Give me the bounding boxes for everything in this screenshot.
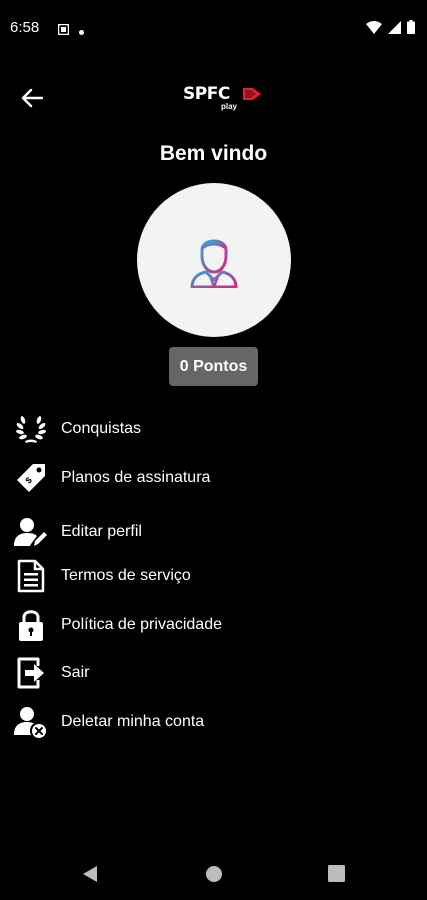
menu-item-editar-perfil[interactable]: Editar perfil: [0, 510, 427, 554]
menu-label-editar-perfil: Editar perfil: [61, 523, 142, 540]
nav-recents-icon: [328, 865, 345, 882]
menu-item-politica[interactable]: Política de privacidade: [0, 603, 427, 647]
status-time: 6:58: [10, 19, 40, 36]
menu-label-planos: Planos de assinatura: [61, 469, 211, 486]
avatar[interactable]: [137, 183, 291, 337]
nav-home-icon: [206, 866, 222, 882]
menu-item-planos[interactable]: $ Planos de assinatura: [0, 456, 427, 500]
nav-back-icon: [83, 866, 97, 882]
user-delete-icon: [12, 703, 50, 741]
menu-item-sair[interactable]: Sair: [0, 651, 427, 695]
user-avatar-icon: [190, 239, 238, 288]
system-nav-bar: [0, 852, 427, 900]
dot-icon: [79, 22, 84, 40]
price-tag-icon: $: [12, 459, 50, 497]
user-edit-icon: [12, 513, 50, 551]
signal-icon: [388, 20, 401, 39]
lock-icon: [12, 606, 50, 644]
points-badge: 0 Pontos: [169, 347, 258, 386]
wifi-icon: [366, 20, 382, 39]
back-arrow-icon: [21, 88, 43, 108]
notification-icon: [57, 22, 70, 40]
menu-label-sair: Sair: [61, 664, 90, 681]
nav-recents-button[interactable]: [328, 865, 345, 887]
menu-label-deletar-conta: Deletar minha conta: [61, 713, 205, 730]
app-logo: SPFC play: [181, 82, 265, 116]
document-icon: [12, 557, 50, 595]
laurel-icon: [12, 410, 50, 448]
menu-label-termos: Termos de serviço: [61, 567, 191, 584]
welcome-title: Bem vindo: [159, 142, 268, 165]
logo-text: SPFC: [183, 84, 230, 104]
menu-item-deletar-conta[interactable]: Deletar minha conta: [0, 700, 427, 744]
menu-item-conquistas[interactable]: Conquistas: [0, 407, 427, 451]
logo-sub-text: play: [221, 102, 238, 111]
status-left-icons: [57, 22, 84, 40]
nav-home-button[interactable]: [205, 865, 223, 888]
menu-label-politica: Política de privacidade: [61, 616, 222, 633]
exit-icon: [12, 654, 50, 692]
status-bar: 6:58: [0, 0, 427, 56]
nav-back-button[interactable]: [82, 865, 98, 888]
battery-icon: [407, 20, 415, 39]
back-button[interactable]: [16, 82, 48, 114]
menu-label-conquistas: Conquistas: [61, 420, 142, 437]
app-header: SPFC play: [0, 70, 427, 126]
menu-item-termos[interactable]: Termos de serviço: [0, 554, 427, 598]
status-right-icons: [366, 20, 415, 39]
